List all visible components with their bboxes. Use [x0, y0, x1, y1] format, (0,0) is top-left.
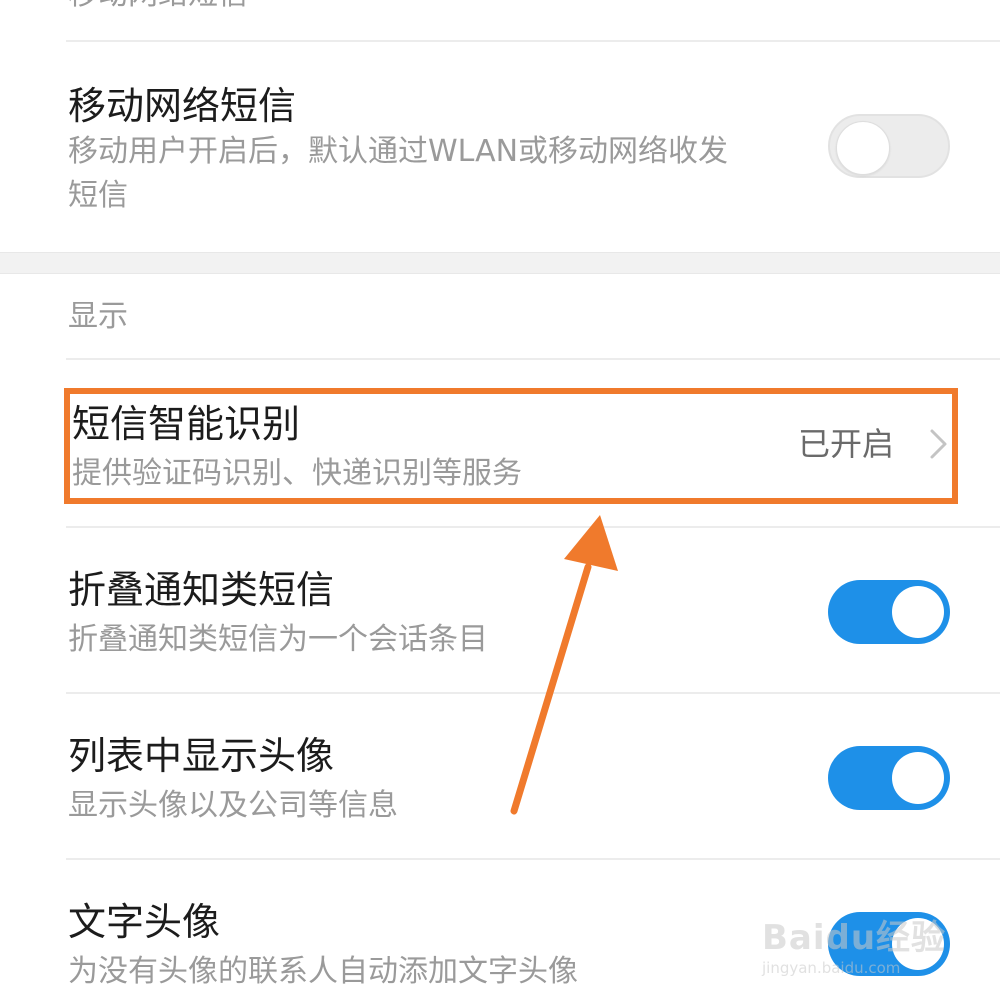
watermark-url: jingyan.baidu.com [762, 959, 901, 977]
setting-title: 折叠通知类短信 [68, 568, 335, 612]
toggle-knob [836, 121, 890, 175]
setting-description: 为没有头像的联系人自动添加文字头像 [68, 954, 578, 989]
section-label-display: 显示 [68, 299, 128, 334]
setting-description: 显示头像以及公司等信息 [68, 788, 398, 823]
watermark-brand: Baidu经验 [762, 918, 947, 958]
toggle-knob [892, 586, 944, 638]
watermark-logo: Baidu经验 jingyan.baidu.com [762, 910, 962, 990]
highlight-box [64, 388, 958, 504]
toggle-knob [892, 752, 944, 804]
partial-section-label: 移动网络短信 [68, 0, 248, 12]
setting-description: 折叠通知类短信为一个会话条目 [68, 622, 488, 657]
mobile-sms-toggle[interactable] [828, 114, 950, 178]
annotation-arrow-icon [510, 515, 618, 815]
fold-notifications-toggle[interactable] [828, 580, 950, 644]
show-avatar-toggle[interactable] [828, 746, 950, 810]
setting-title: 移动网络短信 [68, 84, 297, 128]
setting-title: 文字头像 [68, 900, 221, 944]
setting-title: 列表中显示头像 [68, 734, 335, 778]
description-line: 移动用户开启后，默认通过WLAN或移动网络收发 [68, 134, 729, 169]
setting-description: 移动用户开启后，默认通过WLAN或移动网络收发 短信 [68, 130, 808, 218]
description-line: 短信 [68, 178, 128, 213]
section-separator [0, 252, 1000, 274]
